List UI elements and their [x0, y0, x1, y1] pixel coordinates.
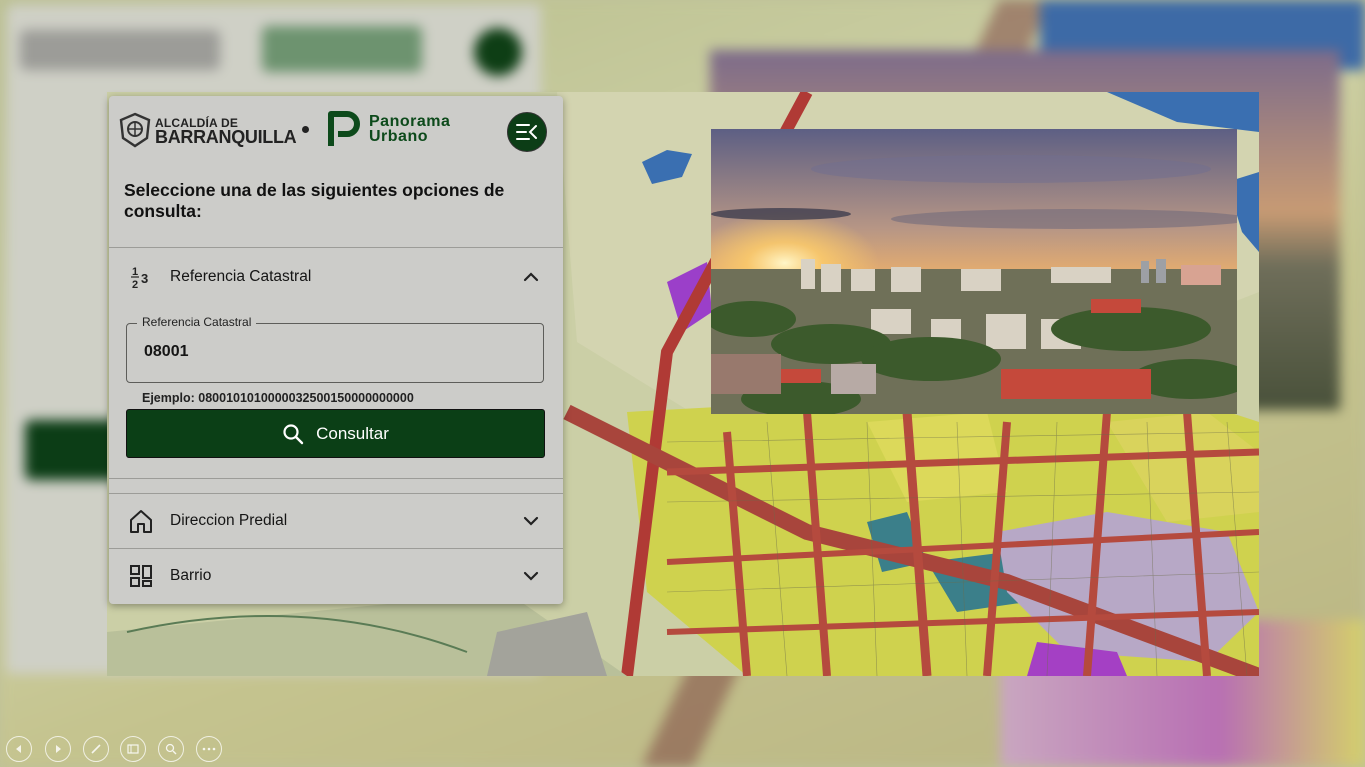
referencia-catastral-field[interactable]: Referencia Catastral: [126, 315, 544, 383]
panorama-urbano-logo-icon: [328, 111, 360, 146]
menu-toggle-button[interactable]: [507, 112, 547, 152]
menu-collapse-icon: [516, 124, 537, 140]
field-label: Referencia Catastral: [137, 315, 257, 329]
chevron-down-icon[interactable]: [521, 511, 541, 531]
barranquilla-label: BARRANQUILLA: [155, 127, 297, 147]
chevron-down-icon[interactable]: [521, 566, 541, 586]
accordion-label: Referencia Catastral: [170, 268, 312, 285]
brand-line-1: Panorama: [369, 113, 451, 130]
svg-text:2: 2: [132, 279, 138, 290]
example-hint: Ejemplo: 0800101010000032500150000000000: [142, 391, 414, 405]
accordion-label: Barrio: [170, 567, 212, 584]
barranquilla-shield-icon: [119, 112, 151, 148]
zoom-icon: [165, 743, 177, 755]
search-icon: [283, 423, 304, 444]
svg-text:3: 3: [141, 271, 148, 286]
brand-line-2: Urbano: [369, 128, 428, 145]
query-panel: ALCALDÍA DE BARRANQUILLA Panorama Urbano…: [109, 96, 563, 604]
consultar-label: Consultar: [316, 423, 389, 443]
zoom-button[interactable]: [158, 736, 184, 762]
svg-text:1: 1: [132, 266, 138, 278]
next-slide-button[interactable]: [45, 736, 71, 762]
grid-dashboard-icon: [127, 562, 155, 590]
previous-icon: [16, 745, 21, 753]
previous-slide-button[interactable]: [6, 736, 32, 762]
next-icon: [56, 745, 61, 753]
slides-icon: [127, 744, 139, 754]
more-icon: [202, 747, 216, 751]
more-options-button[interactable]: [196, 736, 222, 762]
chevron-up-icon[interactable]: [521, 267, 541, 287]
numbers-123-icon: 1 2 3: [127, 263, 155, 291]
accordion-referencia-catastral[interactable]: 1 2 3 Referencia Catastral: [109, 250, 563, 304]
divider: [109, 478, 563, 479]
accordion-label: Direccion Predial: [170, 512, 288, 529]
home-icon: [127, 507, 155, 535]
accordion-direccion-predial[interactable]: Direccion Predial: [109, 494, 563, 548]
pen-icon: [91, 744, 101, 754]
brand-name: Panorama Urbano: [369, 113, 451, 145]
accordion-barrio[interactable]: Barrio: [109, 549, 563, 603]
slides-overview-button[interactable]: [120, 736, 146, 762]
options-prompt: Seleccione una de las siguientes opcione…: [124, 180, 505, 221]
separator-dot: [302, 126, 309, 133]
pen-tool-button[interactable]: [83, 736, 109, 762]
divider: [109, 247, 563, 248]
consultar-button[interactable]: Consultar: [126, 409, 545, 458]
city-sunset-photo: [711, 129, 1237, 414]
referencia-catastral-input[interactable]: [142, 342, 526, 362]
